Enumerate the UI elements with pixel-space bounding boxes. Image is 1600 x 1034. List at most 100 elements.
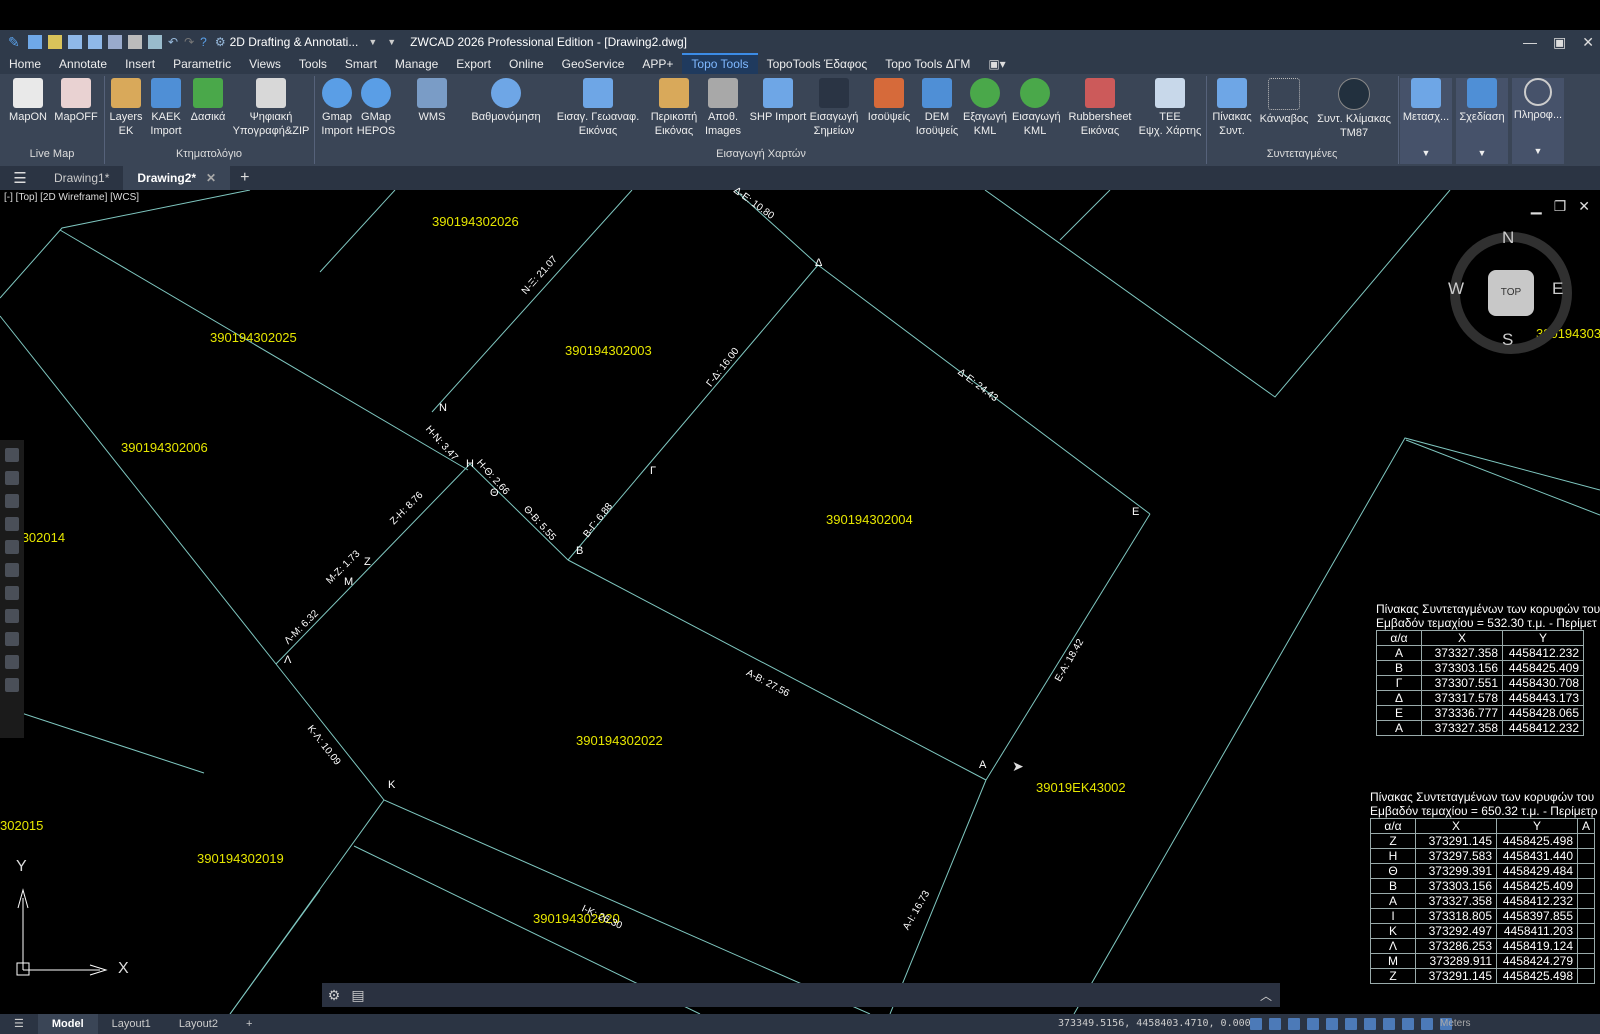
maximize-icon[interactable]: ▣ — [1553, 34, 1566, 51]
customize-icon[interactable]: ▼ — [387, 37, 396, 47]
help-icon[interactable]: ? — [200, 35, 207, 49]
grid-button[interactable]: Κάνναβος — [1258, 78, 1310, 126]
wms-button[interactable]: WMS — [412, 78, 452, 124]
tab-smart[interactable]: Smart — [336, 54, 386, 74]
draw-button[interactable]: Σχεδίαση ▼ — [1456, 78, 1508, 164]
tab-topo-tools-dgm[interactable]: Topo Tools ΔΓΜ — [876, 54, 979, 74]
tab-drawing1[interactable]: Drawing1* — [40, 166, 123, 190]
selection-toggle-icon[interactable] — [1402, 1018, 1414, 1030]
minimize-icon[interactable]: — — [1523, 34, 1537, 50]
add-layout-icon[interactable]: + — [232, 1014, 266, 1034]
palette-tool-icon[interactable] — [5, 609, 19, 623]
tee-map-button[interactable]: TEE Εψχ. Χάρτης — [1136, 78, 1204, 138]
units-label[interactable]: Meters — [1440, 1014, 1471, 1034]
tab-views[interactable]: Views — [240, 54, 290, 74]
palette-tool-icon[interactable] — [5, 655, 19, 669]
digital-signature-button[interactable]: Ψηφιακή Υπογραφή&ZIP — [232, 78, 310, 138]
command-history-icon[interactable]: ▤ — [346, 987, 370, 1004]
import-kml-button[interactable]: Εισαγωγή KML — [1012, 78, 1061, 138]
tab-parametric[interactable]: Parametric — [164, 54, 240, 74]
tab-app-plus[interactable]: APP+ — [633, 54, 682, 74]
save-images-button[interactable]: Αποθ. Images — [700, 78, 746, 138]
kaek-import-button[interactable]: KAEK Import — [146, 78, 186, 138]
gmap-import-button[interactable]: Gmap Import — [318, 78, 356, 138]
ortho-toggle-icon[interactable] — [1288, 1018, 1300, 1030]
transform-button[interactable]: Μετασχ... ▼ — [1400, 78, 1452, 164]
info-button[interactable]: Πληροφ... ▼ — [1512, 78, 1564, 164]
new-icon[interactable] — [28, 35, 42, 49]
undo-icon[interactable]: ↶ — [168, 35, 178, 49]
tab-insert[interactable]: Insert — [116, 54, 164, 74]
gear-icon[interactable] — [5, 678, 19, 692]
palette-tool-icon[interactable] — [5, 517, 19, 531]
tab-layout1[interactable]: Layout1 — [98, 1014, 165, 1034]
close-tab-icon[interactable]: ✕ — [206, 171, 216, 185]
calibration-button[interactable]: Βαθμονόμηση — [468, 78, 544, 124]
redo-icon[interactable]: ↷ — [184, 35, 194, 49]
palette-tool-icon[interactable] — [5, 494, 19, 508]
close-icon[interactable]: ✕ — [1582, 34, 1594, 51]
viewcube[interactable]: TOP N S E W — [1448, 228, 1572, 354]
tab-home[interactable]: Home — [0, 54, 50, 74]
tab-annotate[interactable]: Annotate — [50, 54, 116, 74]
palette-tool-icon[interactable] — [5, 448, 19, 462]
import-georef-image-button[interactable]: Εισαγ. Γεωαναφ. Εικόνας — [554, 78, 642, 138]
command-line[interactable]: ⚙ ▤ ︿ — [322, 983, 1280, 1007]
mapon-button[interactable]: MapON — [6, 78, 50, 124]
export-kml-button[interactable]: Εξαγωγή KML — [962, 78, 1008, 138]
palette-tool-icon[interactable] — [5, 471, 19, 485]
palette-tool-icon[interactable] — [5, 632, 19, 646]
open-icon[interactable] — [48, 35, 62, 49]
menu-icon[interactable]: ☰ — [0, 1014, 38, 1034]
annotation-toggle-icon[interactable] — [1421, 1018, 1433, 1030]
tab-topotools-edafos[interactable]: TopoTools Έδαφος — [758, 54, 877, 74]
save-icon[interactable] — [68, 35, 82, 49]
minimize-icon[interactable]: ▁ — [1531, 198, 1542, 215]
gmap-hepos-button[interactable]: GMap HEPOS — [356, 78, 396, 138]
workspace-selector[interactable]: ⚙ 2D Drafting & Annotati... ▼ ▼ — [215, 35, 396, 49]
tab-manage[interactable]: Manage — [386, 54, 447, 74]
tab-model[interactable]: Model — [37, 1014, 98, 1034]
viewcube-top[interactable]: TOP — [1488, 270, 1534, 316]
transparency-toggle-icon[interactable] — [1383, 1018, 1395, 1030]
tab-tools[interactable]: Tools — [290, 54, 336, 74]
chevron-up-icon[interactable]: ︿ — [1260, 987, 1272, 1004]
compass-east[interactable]: E — [1552, 279, 1563, 299]
dem-contours-button[interactable]: DEM Ισοϋψείς — [914, 78, 960, 138]
palette-tool-icon[interactable] — [5, 586, 19, 600]
print-icon[interactable] — [128, 35, 142, 49]
import-points-button[interactable]: Εισαγωγή Σημείων — [808, 78, 860, 138]
tab-topo-tools[interactable]: Topo Tools — [682, 53, 758, 75]
tab-layout2[interactable]: Layout2 — [165, 1014, 232, 1034]
tab-geoservice[interactable]: GeoService — [553, 54, 634, 74]
compass-west[interactable]: W — [1448, 279, 1464, 299]
layers-ek-button[interactable]: Layers EK — [108, 78, 144, 138]
contours-button[interactable]: Ισοϋψείς — [866, 78, 912, 124]
crop-image-button[interactable]: Περικοπή Εικόνας — [650, 78, 698, 138]
menu-icon[interactable]: ☰ — [0, 169, 40, 187]
app-logo-icon[interactable]: ✎ — [8, 35, 22, 49]
viewport-label[interactable]: [-] [Top] [2D Wireframe] [WCS] — [4, 192, 139, 203]
new-tab-icon[interactable]: + — [240, 169, 249, 187]
drawing-canvas[interactable]: [-] [Top] [2D Wireframe] [WCS] ▁ ❐ ✕ 390… — [0, 185, 1600, 1014]
close-icon[interactable]: ✕ — [1578, 198, 1590, 215]
tab-drawing2[interactable]: Drawing2* ✕ — [123, 166, 231, 190]
lineweight-toggle-icon[interactable] — [1364, 1018, 1376, 1030]
forest-button[interactable]: Δασικά — [188, 78, 228, 124]
compass-south[interactable]: S — [1502, 330, 1513, 350]
compass-north[interactable]: N — [1502, 228, 1514, 248]
ribbon-toggle-icon[interactable]: ▣▾ — [979, 54, 1014, 74]
osnap-toggle-icon[interactable] — [1326, 1018, 1338, 1030]
scale-coords-button[interactable]: Συντ. Κλίμακας TM87 — [1312, 78, 1396, 140]
preview-icon[interactable] — [148, 35, 162, 49]
restore-icon[interactable]: ❐ — [1554, 198, 1567, 215]
mapoff-button[interactable]: MapOFF — [54, 78, 98, 124]
coord-table-button[interactable]: Πίνακας Συντ. — [1208, 78, 1256, 138]
gear-icon[interactable]: ⚙ — [322, 987, 346, 1004]
palette-tool-icon[interactable] — [5, 563, 19, 577]
tab-export[interactable]: Export — [447, 54, 500, 74]
otrack-toggle-icon[interactable] — [1345, 1018, 1357, 1030]
palette-tool-icon[interactable] — [5, 540, 19, 554]
grid-toggle-icon[interactable] — [1250, 1018, 1262, 1030]
polar-toggle-icon[interactable] — [1307, 1018, 1319, 1030]
